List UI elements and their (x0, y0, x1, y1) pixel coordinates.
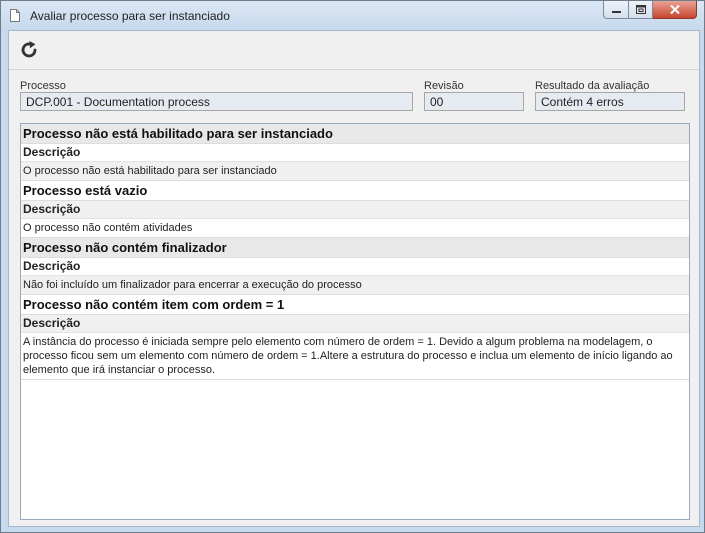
issue-item: Processo está vazio Descrição O processo… (21, 181, 689, 238)
restore-icon (635, 5, 646, 14)
processo-label: Processo (20, 80, 66, 92)
toolbar (9, 31, 699, 70)
issue-description: O processo não contém atividades (21, 219, 689, 238)
issue-description-label: Descrição (21, 144, 689, 162)
close-icon (669, 5, 680, 14)
resultado-field: Contém 4 erros (535, 92, 685, 111)
issue-title: Processo está vazio (21, 181, 689, 201)
issue-title: Processo não contém finalizador (21, 238, 689, 258)
document-icon (10, 9, 20, 22)
issue-description: Não foi incluído um finalizador para enc… (21, 276, 689, 295)
evaluation-window: Avaliar processo para ser instanciado Pr… (0, 0, 705, 533)
maximize-button[interactable] (629, 1, 653, 19)
window-controls (603, 1, 697, 21)
window-title: Avaliar processo para ser instanciado (30, 9, 230, 23)
resultado-label: Resultado da avaliação (535, 80, 650, 92)
issue-description-label: Descrição (21, 201, 689, 219)
revisao-field: 00 (424, 92, 524, 111)
issue-description-label: Descrição (21, 258, 689, 276)
issue-description: A instância do processo é iniciada sempr… (21, 333, 689, 380)
minimize-icon (611, 10, 621, 13)
window-content: Processo DCP.001 - Documentation process… (8, 30, 700, 527)
issue-item: Processo não contém finalizador Descriçã… (21, 238, 689, 295)
close-button[interactable] (653, 1, 697, 19)
minimize-button[interactable] (603, 1, 629, 19)
issue-item: Processo não contém item com ordem = 1 D… (21, 295, 689, 380)
processo-field: DCP.001 - Documentation process (20, 92, 413, 111)
issue-title: Processo não está habilitado para ser in… (21, 124, 689, 144)
issue-description: O processo não está habilitado para ser … (21, 162, 689, 181)
issue-title: Processo não contém item com ordem = 1 (21, 295, 689, 315)
refresh-icon (21, 41, 37, 58)
revisao-label: Revisão (424, 80, 464, 92)
title-bar[interactable]: Avaliar processo para ser instanciado (1, 1, 704, 30)
issue-description-label: Descrição (21, 315, 689, 333)
evaluation-results-list[interactable]: Processo não está habilitado para ser in… (20, 123, 690, 520)
issue-item: Processo não está habilitado para ser in… (21, 124, 689, 181)
refresh-button[interactable] (16, 37, 42, 63)
